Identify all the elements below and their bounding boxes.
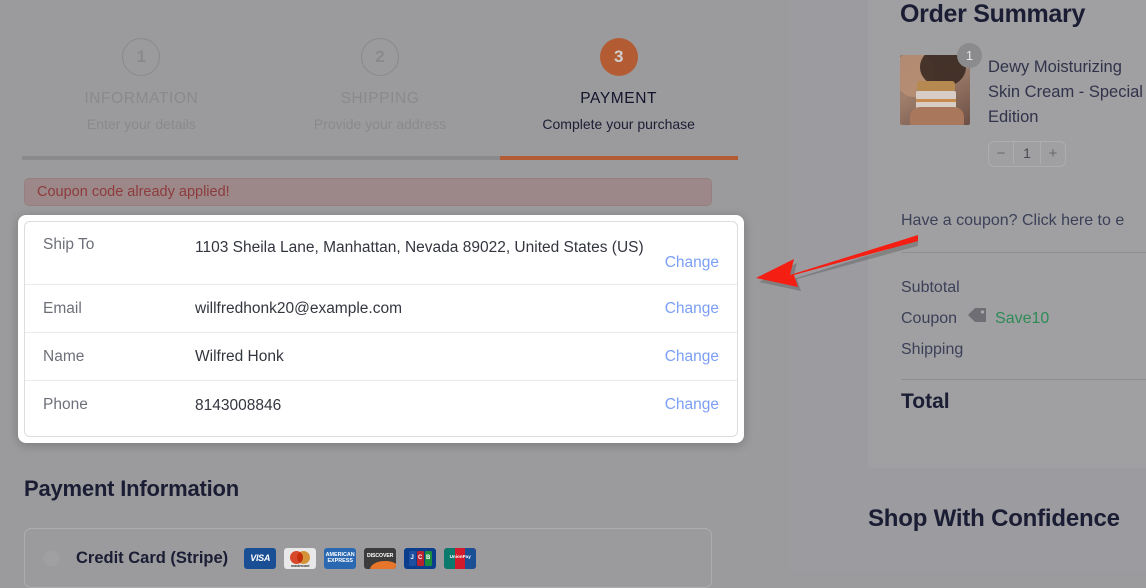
quantity-value[interactable]: 1	[1013, 142, 1041, 164]
quantity-decrease-button[interactable]: −	[989, 142, 1013, 164]
step-information[interactable]: 1 INFORMATION Enter your details	[22, 38, 261, 132]
step-subtitle-shipping: Provide your address	[313, 116, 447, 132]
coupon-alert: Coupon code already applied!	[24, 178, 712, 206]
detail-value-name: Wilfred Honk	[195, 348, 284, 365]
detail-label-name: Name	[43, 347, 85, 365]
detail-label-email: Email	[43, 299, 82, 317]
step-shipping[interactable]: 2 SHIPPING Provide your address	[261, 38, 500, 132]
step-title-information: INFORMATION	[84, 90, 199, 107]
change-phone-link[interactable]: Change	[665, 396, 719, 414]
step-subtitle-information: Enter your details	[86, 116, 196, 132]
checkout-main-column: 1 INFORMATION Enter your details 2 SHIPP…	[0, 0, 790, 588]
step-subtitle-payment: Complete your purchase	[542, 116, 695, 132]
step-title-payment: PAYMENT	[580, 90, 658, 107]
progress-fill	[500, 156, 738, 160]
discover-icon: DISCOVER	[364, 547, 397, 569]
checkout-stepper: 1 INFORMATION Enter your details 2 SHIPP…	[22, 38, 738, 160]
detail-row-email: Email willfredhonk20@example.com Change	[25, 285, 737, 333]
change-name-link[interactable]: Change	[665, 348, 719, 366]
order-summary-title: Order Summary	[900, 0, 1086, 28]
step-number-3: 3	[599, 38, 638, 76]
quantity-stepper[interactable]: − 1 +	[988, 141, 1066, 167]
product-image	[900, 55, 970, 125]
visa-icon: VISA	[244, 547, 277, 569]
shop-with-confidence-heading: Shop With Confidence	[868, 505, 1120, 532]
detail-value-ship-to: 1103 Sheila Lane, Manhattan, Nevada 8902…	[195, 239, 644, 256]
payment-method-label: Credit Card (Stripe)	[76, 548, 229, 567]
detail-value-phone: 8143008846	[195, 396, 282, 414]
detail-value-email: willfredhonk20@example.com	[195, 300, 402, 317]
step-title-shipping: SHIPPING	[340, 90, 420, 107]
detail-label-phone: Phone	[43, 396, 88, 413]
coupon-label: Coupon	[901, 310, 958, 327]
accepted-card-logos: VISA mastercard AMERICAN EXPRESS DISCOVER…	[244, 547, 477, 569]
detail-label-ship-to: Ship To	[43, 236, 95, 253]
subtotal-label: Subtotal	[901, 279, 960, 296]
summary-divider-top	[901, 252, 1146, 253]
quantity-increase-button[interactable]: +	[1041, 142, 1065, 164]
jcb-icon: JCB	[404, 547, 437, 569]
customer-details-highlight: Ship To 1103 Sheila Lane, Manhattan, Nev…	[18, 215, 744, 443]
subtotal-row: Subtotal	[901, 272, 1146, 303]
total-label: Total	[901, 390, 950, 413]
change-ship-to-link[interactable]: Change	[665, 254, 719, 272]
change-email-link[interactable]: Change	[665, 300, 719, 318]
summary-divider-bottom	[901, 379, 1146, 380]
mastercard-icon: mastercard	[284, 547, 317, 569]
payment-method-option-stripe[interactable]: Credit Card (Stripe) VISA mastercard AME…	[24, 528, 712, 588]
coupon-alert-text: Coupon code already applied!	[37, 184, 230, 200]
amex-icon: AMERICAN EXPRESS	[324, 547, 357, 569]
coupon-entry-link[interactable]: Have a coupon? Click here to e	[901, 212, 1146, 230]
tag-icon	[967, 303, 987, 334]
payment-information-heading: Payment Information	[24, 476, 240, 501]
order-summary-product: 1 Dewy Moisturizing Skin Cream - Special…	[900, 43, 1146, 130]
coupon-code-value: Save10	[995, 310, 1050, 327]
step-number-2: 2	[361, 38, 399, 76]
detail-row-phone: Phone 8143008846 Change	[25, 381, 737, 429]
radio-credit-card[interactable]	[43, 549, 60, 567]
product-quantity-badge: 1	[957, 43, 982, 68]
step-number-1: 1	[122, 38, 161, 76]
product-name: Dewy Moisturizing Skin Cream - Special E…	[988, 58, 1143, 126]
shipping-row: Shipping	[901, 334, 1146, 365]
product-thumbnail-wrap: 1	[900, 43, 982, 125]
step-payment[interactable]: 3 PAYMENT Complete your purchase	[499, 38, 738, 132]
unionpay-icon: UnionPay	[444, 547, 477, 569]
customer-details-card: Ship To 1103 Sheila Lane, Manhattan, Nev…	[24, 221, 738, 437]
detail-row-ship-to: Ship To 1103 Sheila Lane, Manhattan, Nev…	[25, 222, 737, 285]
order-totals: Subtotal Coupon Save10 Shipping	[901, 272, 1146, 365]
detail-row-name: Name Wilfred Honk Change	[25, 333, 737, 381]
coupon-row: Coupon Save10	[901, 303, 1146, 334]
shipping-label: Shipping	[901, 341, 964, 358]
